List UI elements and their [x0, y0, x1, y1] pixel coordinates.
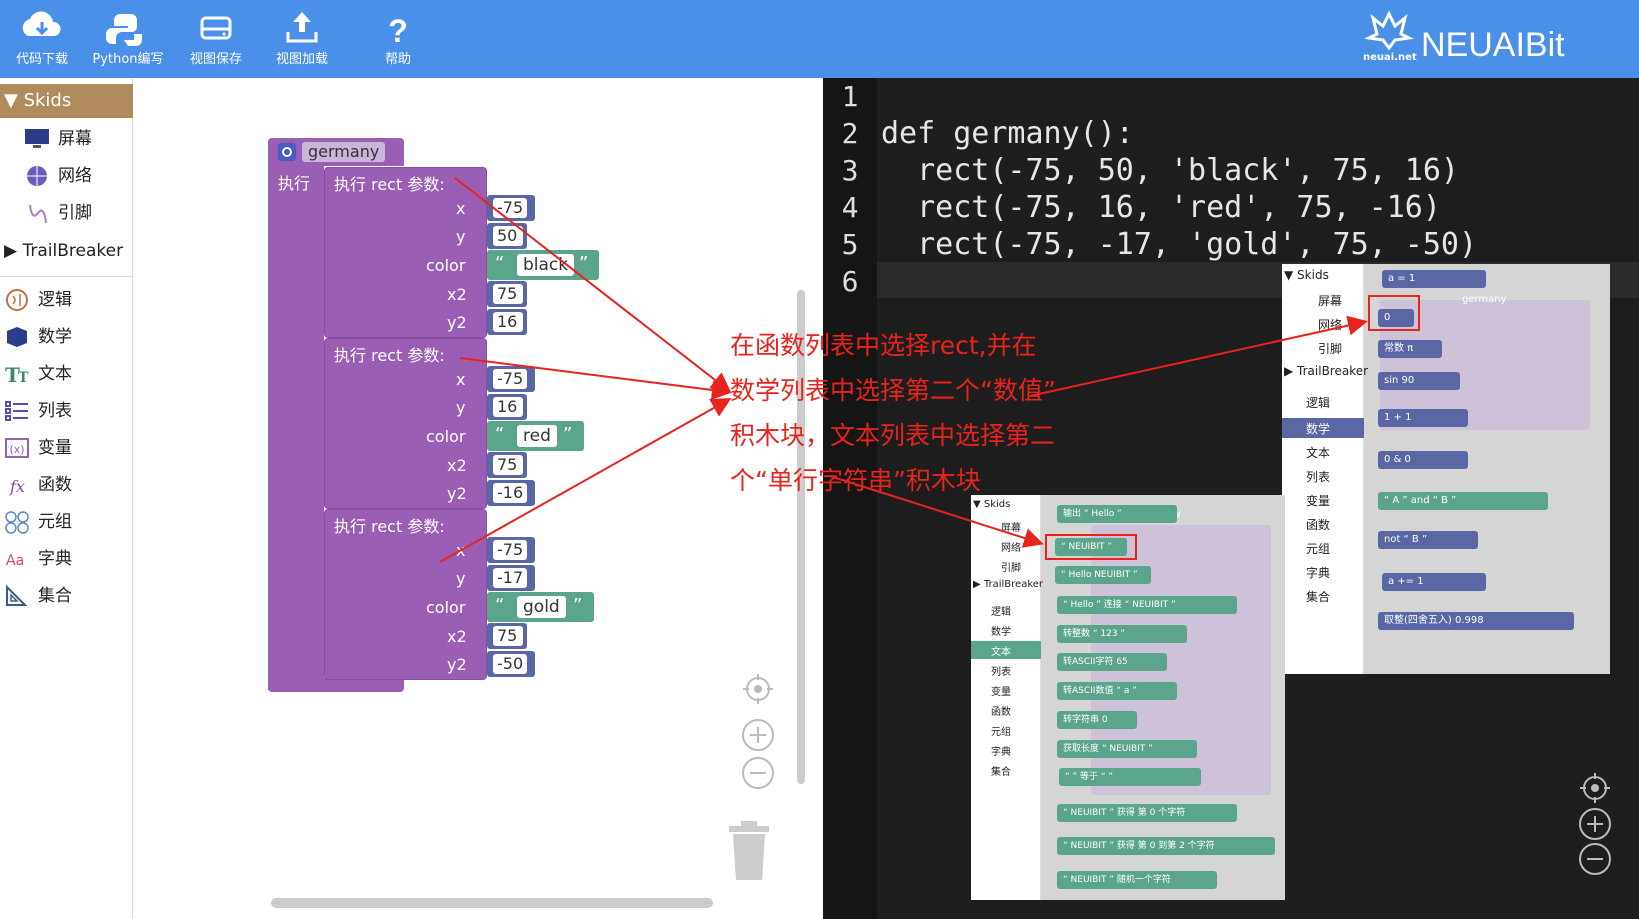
annotation-arrows	[439, 177, 1368, 563]
